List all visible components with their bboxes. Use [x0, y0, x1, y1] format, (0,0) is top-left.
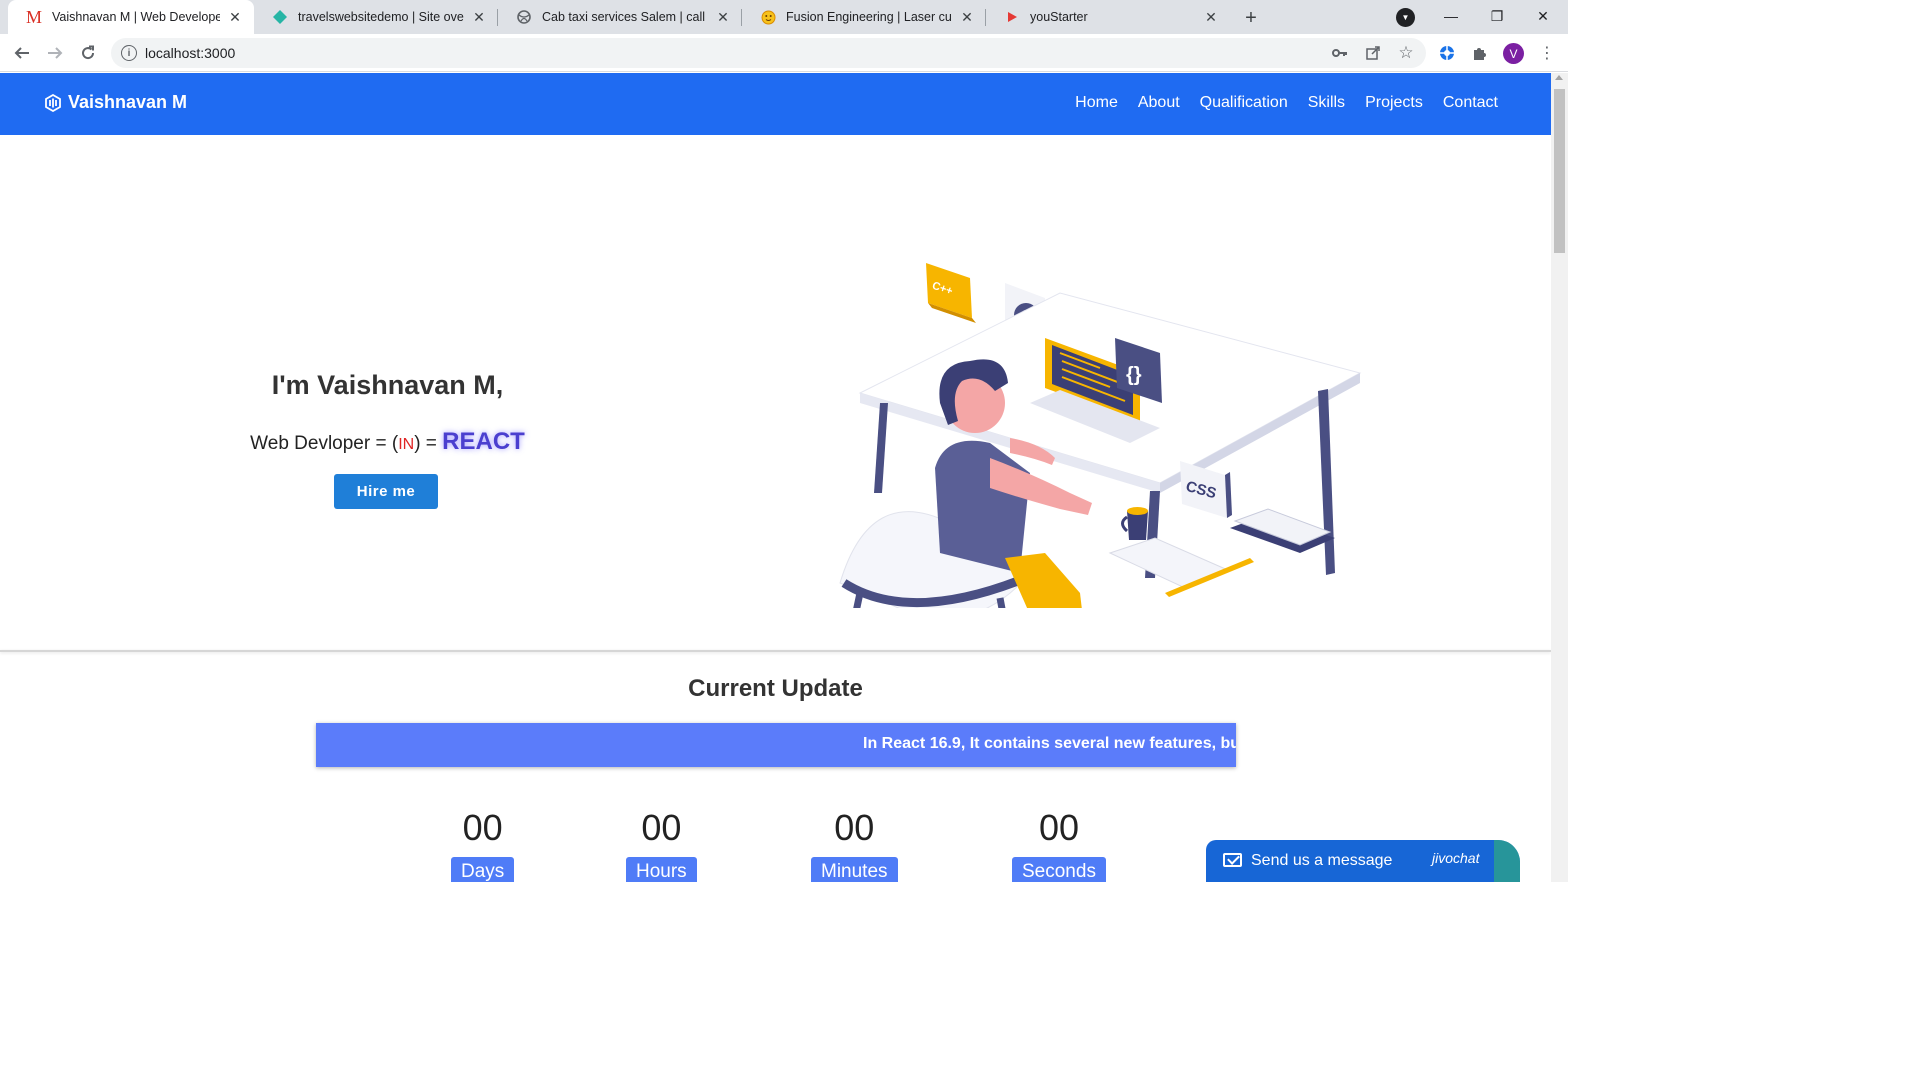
close-window-button[interactable]: ✕ [1520, 0, 1566, 32]
countdown-label: Minutes [811, 857, 898, 882]
countdown-label: Seconds [1012, 857, 1106, 882]
hero-sub-prefix: Web Devloper = ( [250, 433, 399, 454]
url-text: localhost:3000 [145, 45, 236, 61]
globe-icon [516, 9, 532, 25]
current-update-title: Current Update [688, 675, 863, 702]
tab-search-icon[interactable]: ▼ [1396, 8, 1415, 27]
nav-contact[interactable]: Contact [1443, 94, 1498, 112]
brand-icon [45, 93, 61, 112]
extension-globe-icon[interactable] [1437, 43, 1457, 63]
countdown-value: 00 [1038, 807, 1079, 848]
countdown-value: 00 [462, 807, 503, 848]
envelope-icon [1223, 853, 1242, 867]
countdown-days: 00 Days [451, 807, 515, 882]
svg-text:{}: {} [1126, 364, 1142, 386]
back-arrow-icon[interactable] [9, 40, 35, 66]
profile-avatar[interactable]: V [1503, 43, 1524, 64]
hero-sub-in: IN [398, 436, 415, 453]
tab-cab-taxi[interactable]: Cab taxi services Salem | call taxi ✕ [498, 0, 742, 34]
browser-toolbar: i localhost:3000 ☆ V ⋮ [0, 34, 1568, 72]
nav-qualification[interactable]: Qualification [1200, 94, 1288, 112]
tab-title: travelswebsitedemo | Site overview [298, 10, 464, 24]
cpp-badge: C++ [926, 263, 976, 323]
close-icon[interactable]: ✕ [958, 9, 976, 26]
jivochat-logo: jivochat [1432, 850, 1480, 866]
hero-sub-mid: ) = [414, 433, 443, 454]
tab-title: Cab taxi services Salem | call taxi [542, 10, 708, 24]
developer-illustration: C++ {} CSS [839, 263, 1362, 608]
countdown-hours: 00 Hours [626, 808, 697, 882]
brand-logo[interactable]: Vaishnavan M [44, 92, 187, 113]
countdown-seconds: 00 Seconds [1012, 808, 1106, 882]
site-info-icon[interactable]: i [121, 45, 137, 61]
countdown-label: Days [451, 857, 515, 882]
more-menu-icon[interactable]: ⋮ [1537, 43, 1557, 63]
page-scrollbar[interactable] [1551, 73, 1568, 882]
nav-home[interactable]: Home [1075, 94, 1118, 112]
tab-title: Fusion Engineering | Laser cutting [786, 10, 952, 24]
tab-youstarter[interactable]: youStarter ✕ [986, 0, 1230, 34]
nav-projects[interactable]: Projects [1365, 94, 1423, 112]
close-icon[interactable]: ✕ [1202, 9, 1220, 26]
page-viewport: Vaishnavan M Home About Qualification Sk… [0, 73, 1551, 882]
chat-widget-button[interactable]: Send us a message jivochat [1206, 840, 1520, 882]
hero-title: I'm Vaishnavan M, [271, 370, 504, 400]
tab-fusion-engineering[interactable]: Fusion Engineering | Laser cutting ✕ [742, 0, 986, 34]
scroll-up-arrow-icon[interactable] [1555, 75, 1563, 80]
tab-vaishnavan[interactable]: M Vaishnavan M | Web Developer ✕ [8, 0, 254, 34]
tab-title: youStarter [1030, 10, 1088, 24]
tab-title: Vaishnavan M | Web Developer [52, 10, 220, 24]
update-ticker: In React 16.9, It contains several new f… [316, 723, 1236, 767]
reload-icon[interactable] [75, 40, 101, 66]
brand-name: Vaishnavan M [68, 92, 188, 112]
bookmark-star-icon[interactable]: ☆ [1397, 43, 1415, 62]
extensions-puzzle-icon[interactable] [1470, 43, 1490, 63]
tab-travelswebsitedemo[interactable]: travelswebsitedemo | Site overview ✕ [254, 0, 498, 34]
restore-button[interactable]: ❐ [1474, 0, 1520, 32]
address-bar[interactable]: i localhost:3000 ☆ [111, 38, 1426, 68]
ticker-text: In React 16.9, It contains several new f… [863, 735, 1236, 752]
close-icon[interactable]: ✕ [470, 9, 488, 26]
nav-skills[interactable]: Skills [1308, 94, 1345, 112]
minimize-button[interactable]: — [1428, 0, 1474, 32]
emoji-face-icon [760, 9, 776, 25]
site-navbar: Vaishnavan M Home About Qualification Sk… [0, 73, 1551, 135]
chat-label: Send us a message [1251, 852, 1393, 869]
css-badge: CSS [1180, 461, 1232, 518]
main-menu: Home About Qualification Skills Projects… [1075, 94, 1498, 112]
countdown-minutes: 00 Minutes [811, 808, 898, 882]
forward-arrow-icon[interactable] [42, 40, 68, 66]
open-external-icon[interactable] [1364, 44, 1382, 62]
countdown-value: 00 [834, 807, 875, 848]
section-divider [0, 650, 1551, 652]
hire-me-button[interactable]: Hire me [334, 474, 438, 509]
netlify-diamond-icon [272, 9, 288, 25]
countdown-label: Hours [626, 857, 697, 882]
scrollbar-thumb[interactable] [1554, 89, 1565, 253]
chat-corner-decoration [1494, 840, 1520, 882]
close-icon[interactable]: ✕ [714, 9, 732, 26]
close-icon[interactable]: ✕ [226, 9, 244, 26]
key-icon[interactable] [1331, 44, 1349, 62]
tab-strip: M Vaishnavan M | Web Developer ✕ travels… [0, 0, 1568, 34]
nav-about[interactable]: About [1138, 94, 1180, 112]
hero-sub-tech: REACT [442, 428, 525, 455]
hero-subtitle: Web Devloper = (IN) = REACT [180, 428, 595, 456]
gmail-m-icon: M [26, 6, 43, 27]
play-icon [1004, 9, 1020, 25]
new-tab-button[interactable]: + [1238, 5, 1264, 31]
countdown-value: 00 [641, 807, 682, 848]
